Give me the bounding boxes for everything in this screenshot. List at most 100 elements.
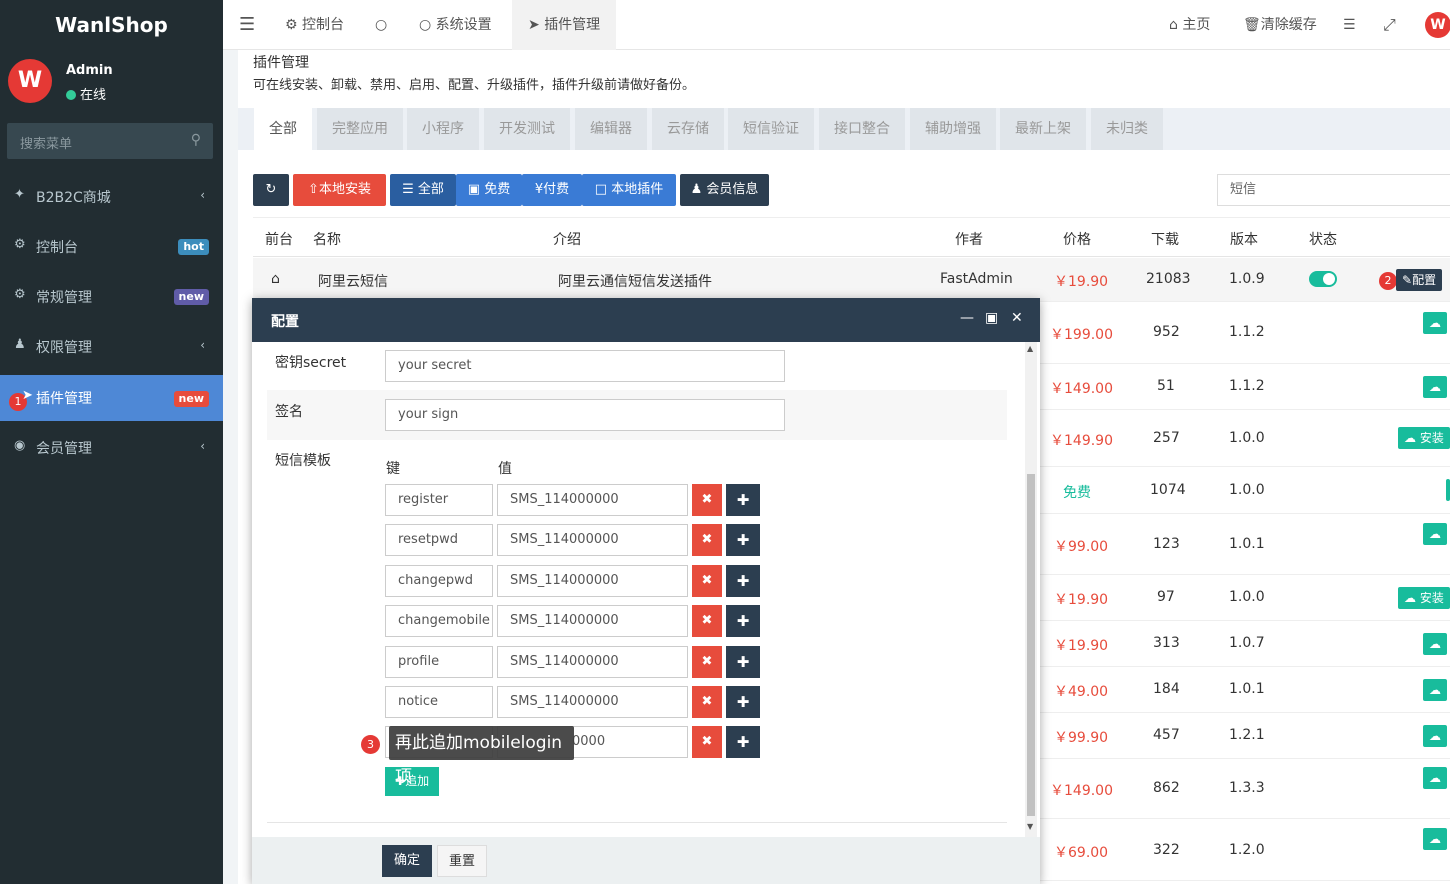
tab-dev-test[interactable]: 开发测试 [484,108,570,150]
remove-row-button[interactable]: ✖ [692,484,722,516]
tab-dashboard[interactable]: ⚙ 控制台 [283,0,346,50]
sidebar-item-auth[interactable]: ♟ 权限管理 ‹ [0,322,223,372]
tab-newest[interactable]: 最新上架 [1000,108,1086,150]
sidebar-item-general[interactable]: ⚙ 常规管理 new [0,272,223,322]
sidebar-item-dashboard[interactable]: ⚙ 控制台 hot [0,222,223,272]
sidebar-search[interactable]: 搜索菜单 ⚲ [7,123,213,159]
plugin-version: 1.3.3 [1229,780,1265,796]
template-key-input[interactable]: changemobile [385,605,493,637]
drag-handle-button[interactable]: ✚ [726,605,760,637]
install-icon[interactable]: ☁ [1423,767,1447,789]
app-logo[interactable]: WanlShop [0,0,223,50]
install-icon[interactable]: ☁ [1423,828,1447,850]
tab-editor[interactable]: 编辑器 [575,108,647,150]
template-value-input[interactable]: SMS_114000000 [497,605,688,637]
install-icon[interactable]: ☁ [1423,633,1447,655]
tab-system-settings[interactable]: ○ 系统设置 [419,0,492,50]
menu-toggle-icon[interactable]: ☰ [239,0,255,50]
remove-row-button[interactable]: ✖ [692,646,722,678]
filter-free-button[interactable]: ▣ 免费 [456,174,522,206]
plugin-downloads: 123 [1153,536,1180,552]
confirm-button[interactable]: 确定 [382,845,432,877]
tab-all[interactable]: 全部 [254,108,312,150]
install-icon[interactable]: ☁ [1423,523,1447,545]
scrollbar-thumb[interactable] [1027,474,1035,816]
filter-paid-button[interactable]: ¥付费 [522,174,582,206]
install-button[interactable]: ☁ 安装 [1398,427,1450,449]
drag-handle-button[interactable]: ✚ [726,484,760,516]
template-key-input[interactable]: changepwd [385,565,493,597]
config-button[interactable]: ✎配置 [1396,269,1443,291]
modal-scrollbar[interactable]: ▲ ▼ [1025,342,1037,837]
drag-handle-button[interactable]: ✚ [726,565,760,597]
table-row[interactable]: ⌂ 阿里云短信 阿里云通信短信发送插件 FastAdmin ￥19.90 210… [253,258,1450,302]
reset-button[interactable]: 重置 [437,845,487,877]
refresh-button[interactable]: ↻ [253,174,289,206]
template-key-input[interactable]: notice [385,686,493,718]
install-icon[interactable]: ☁ [1423,312,1447,334]
template-value-input[interactable]: SMS_114000000 [497,646,688,678]
maximize-icon[interactable]: ▣ [985,310,998,326]
remove-row-button[interactable]: ✖ [692,565,722,597]
home-icon[interactable]: ⌂ [271,271,280,287]
tab-full-app[interactable]: 完整应用 [317,108,403,150]
status-toggle[interactable] [1309,271,1337,287]
minimize-icon[interactable]: — [960,310,974,326]
tab-api[interactable]: 接口整合 [819,108,905,150]
template-key-input[interactable]: register [385,484,493,516]
circle-icon: ○ [419,17,436,33]
remove-row-button[interactable]: ✖ [692,686,722,718]
scroll-down-icon[interactable]: ▼ [1027,822,1033,831]
remove-row-button[interactable]: ✖ [692,524,722,556]
drag-handle-button[interactable]: ✚ [726,726,760,758]
search-icon[interactable]: ⚲ [191,132,201,148]
avatar: W [8,59,52,103]
sidebar-item-b2b2c[interactable]: ✦ B2B2C商城 ‹ [0,172,223,222]
template-key-input[interactable]: profile [385,646,493,678]
col-header: 前台 [265,232,293,248]
add-row-button[interactable]: ✚追加 [385,767,440,796]
install-icon[interactable]: ☁ [1423,679,1447,701]
template-value-input[interactable]: SMS_114000000 [497,565,688,597]
sidebar-item-addon[interactable]: 1 ➤ 插件管理 new [0,375,223,421]
filter-all-button[interactable]: ☰ 全部 [390,174,456,206]
tab-helper[interactable]: 辅助增强 [910,108,996,150]
search-input[interactable]: 短信 [1217,174,1450,206]
tab-blank[interactable]: ○ [375,0,387,50]
sign-input[interactable]: your sign [385,399,785,431]
template-value-input[interactable]: SMS_114000000 [497,484,688,516]
drag-handle-button[interactable]: ✚ [726,524,760,556]
clear-cache-link[interactable]: 🗑清除缓存 [1243,0,1317,50]
secret-input[interactable]: your secret [385,350,785,382]
fullscreen-icon[interactable]: ⤢ [1383,0,1396,50]
laptop-icon: □ [594,182,612,197]
close-icon[interactable]: ✕ [1011,310,1023,326]
tab-cloud-storage[interactable]: 云存储 [652,108,724,150]
drag-handle-button[interactable]: ✚ [726,686,760,718]
tab-sms[interactable]: 短信验证 [728,108,814,150]
drag-handle-button[interactable]: ✚ [726,646,760,678]
local-install-button[interactable]: ⇧本地安装 [293,174,386,206]
tab-miniprogram[interactable]: 小程序 [407,108,479,150]
user-avatar-top[interactable]: W [1425,12,1450,38]
install-button[interactable]: ☁ 安装 [1398,587,1450,609]
template-value-input[interactable]: SMS_114000000 [497,686,688,718]
remove-row-button[interactable]: ✖ [692,726,722,758]
tab-uncategorized[interactable]: 未归类 [1091,108,1163,150]
plugin-downloads: 51 [1157,378,1175,394]
install-icon[interactable] [1446,479,1450,501]
template-key-input[interactable]: resetpwd [385,524,493,556]
template-value-input[interactable]: SMS_114000000 [497,524,688,556]
remove-row-button[interactable]: ✖ [692,605,722,637]
translate-icon[interactable]: ☰ [1343,0,1356,50]
user-name: Admin [66,63,113,78]
tab-addon[interactable]: ➤ 插件管理 [512,0,617,50]
install-icon[interactable]: ☁ [1423,725,1447,747]
install-icon[interactable]: ☁ [1423,376,1447,398]
filter-local-button[interactable]: □ 本地插件 [582,174,676,206]
sidebar-item-user[interactable]: ◉ 会员管理 ‹ [0,423,223,473]
scroll-up-icon[interactable]: ▲ [1027,344,1033,353]
cogs-icon: ⚙ [14,287,26,302]
home-link[interactable]: ⌂ 主页 [1169,0,1210,50]
member-info-button[interactable]: ♟ 会员信息 [680,174,769,206]
